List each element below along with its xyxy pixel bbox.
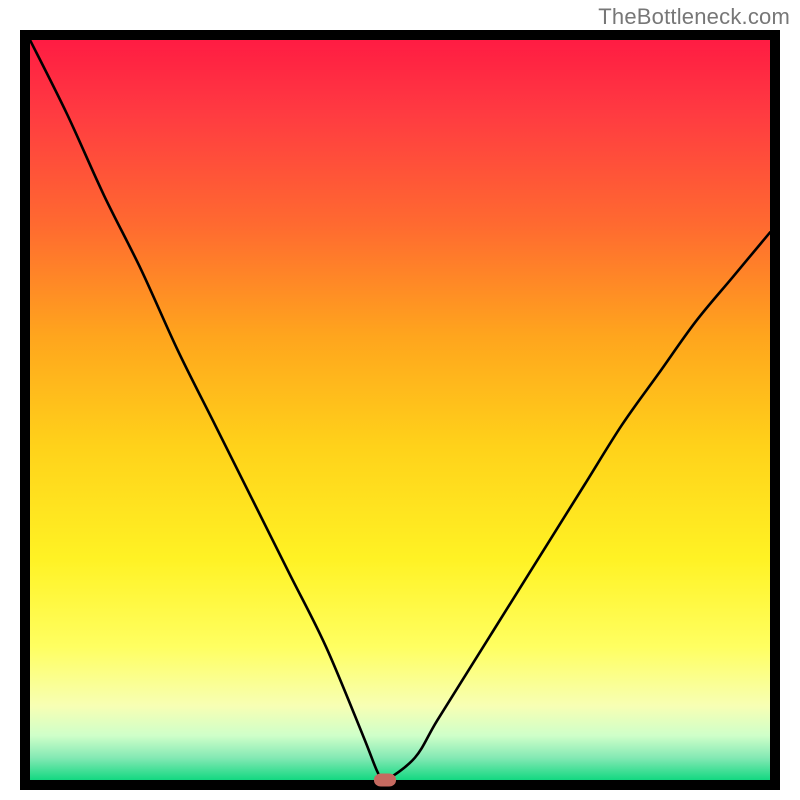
chart-wrapper: TheBottleneck.com [0, 0, 800, 800]
watermark-text: TheBottleneck.com [598, 4, 790, 30]
bottleneck-curve [30, 40, 770, 780]
optimal-point-marker [374, 774, 396, 787]
plot-frame [20, 30, 780, 790]
